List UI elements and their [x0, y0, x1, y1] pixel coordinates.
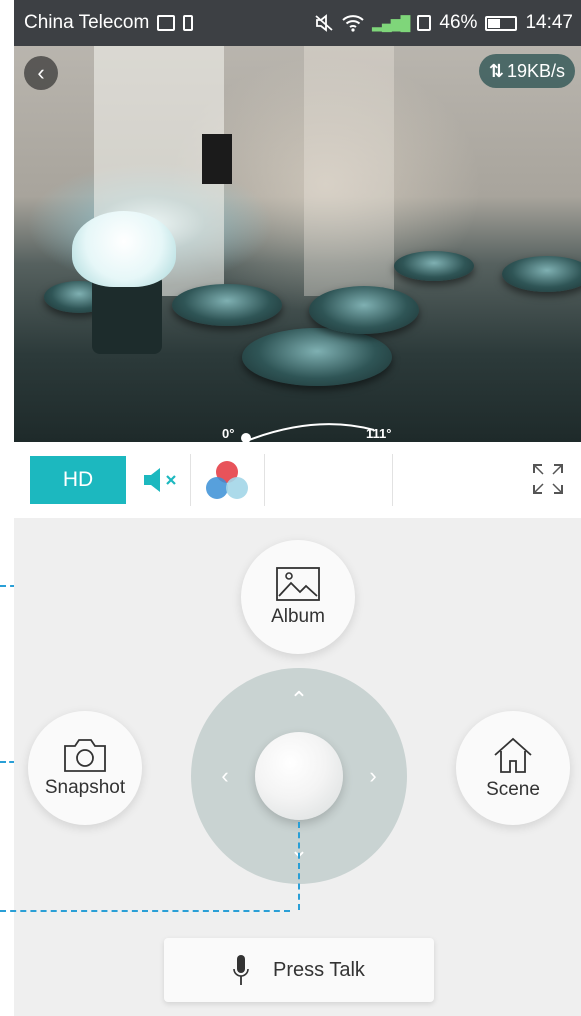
network-speed: 19KB/s	[506, 60, 565, 81]
pan-left-arrow-icon[interactable]: ‹	[213, 764, 237, 788]
mute-status-icon	[315, 14, 333, 32]
album-label: Album	[271, 606, 325, 627]
robot-vacuum	[394, 251, 474, 281]
wifi-icon	[342, 15, 364, 32]
home-icon	[494, 737, 532, 773]
press-talk-button[interactable]: Press Talk	[164, 938, 434, 1002]
image-notification-icon	[157, 15, 176, 31]
camera-icon	[64, 739, 106, 772]
video-control-bar: HD	[14, 442, 581, 518]
lamp-light	[72, 211, 176, 287]
robot-vacuum	[172, 284, 282, 326]
pan-right-arrow-icon[interactable]: ›	[361, 764, 385, 788]
battery-percent: 46%	[439, 12, 478, 33]
pan-angle-end: 111°	[366, 426, 392, 441]
back-button[interactable]: ‹	[24, 56, 58, 90]
network-speed-badge: ⇅ 19KB/s	[478, 54, 575, 88]
mute-button[interactable]	[142, 466, 182, 494]
speaker-muted-icon	[144, 468, 176, 492]
album-picture-icon	[276, 567, 320, 601]
snapshot-label: Snapshot	[44, 777, 126, 798]
phone-screen: China Telecom ▂▄▆█ 46% 14:47 ‹ ⇅ 19KB/s …	[14, 0, 581, 1016]
microphone-icon	[233, 955, 249, 985]
joystick-knob[interactable]	[255, 732, 343, 820]
clock: 14:47	[525, 12, 573, 33]
color-circles-icon	[206, 461, 248, 499]
pan-up-arrow-icon[interactable]: ⌃	[287, 688, 311, 712]
battery-fill	[488, 18, 501, 28]
control-divider	[264, 454, 265, 506]
robot-vacuum	[242, 328, 392, 386]
scene-label: Scene	[486, 779, 540, 800]
robot-vacuum	[309, 286, 419, 334]
color-mode-button[interactable]	[202, 458, 252, 502]
control-divider	[392, 454, 393, 506]
fullscreen-icon	[533, 464, 563, 494]
fullscreen-button[interactable]	[531, 462, 565, 496]
cellular-signal-icon: ▂▄▆█	[372, 14, 410, 31]
press-talk-label: Press Talk	[273, 958, 365, 981]
pan-angle-start: 0°	[222, 426, 235, 441]
callout-line-joypad-vertical	[298, 822, 300, 910]
sim-card-icon	[417, 15, 432, 31]
snapshot-button[interactable]: Snapshot	[28, 711, 142, 825]
window-light	[304, 46, 394, 296]
status-bar: China Telecom ▂▄▆█ 46% 14:47	[14, 0, 581, 46]
scene-button[interactable]: Scene	[456, 711, 570, 825]
callout-line-joypad	[0, 910, 290, 912]
hd-quality-button[interactable]: HD	[30, 456, 126, 504]
robot-vacuum	[502, 256, 581, 292]
transfer-arrows-icon: ⇅	[488, 60, 504, 81]
sim-icon	[183, 15, 194, 31]
carrier-name: China Telecom	[24, 12, 150, 33]
album-button[interactable]: Album	[241, 540, 355, 654]
camera-video-feed[interactable]: ‹ ⇅ 19KB/s 0° 111°	[14, 46, 581, 442]
screen-monitor	[202, 134, 232, 184]
battery-icon	[485, 15, 518, 31]
control-divider	[190, 454, 191, 506]
